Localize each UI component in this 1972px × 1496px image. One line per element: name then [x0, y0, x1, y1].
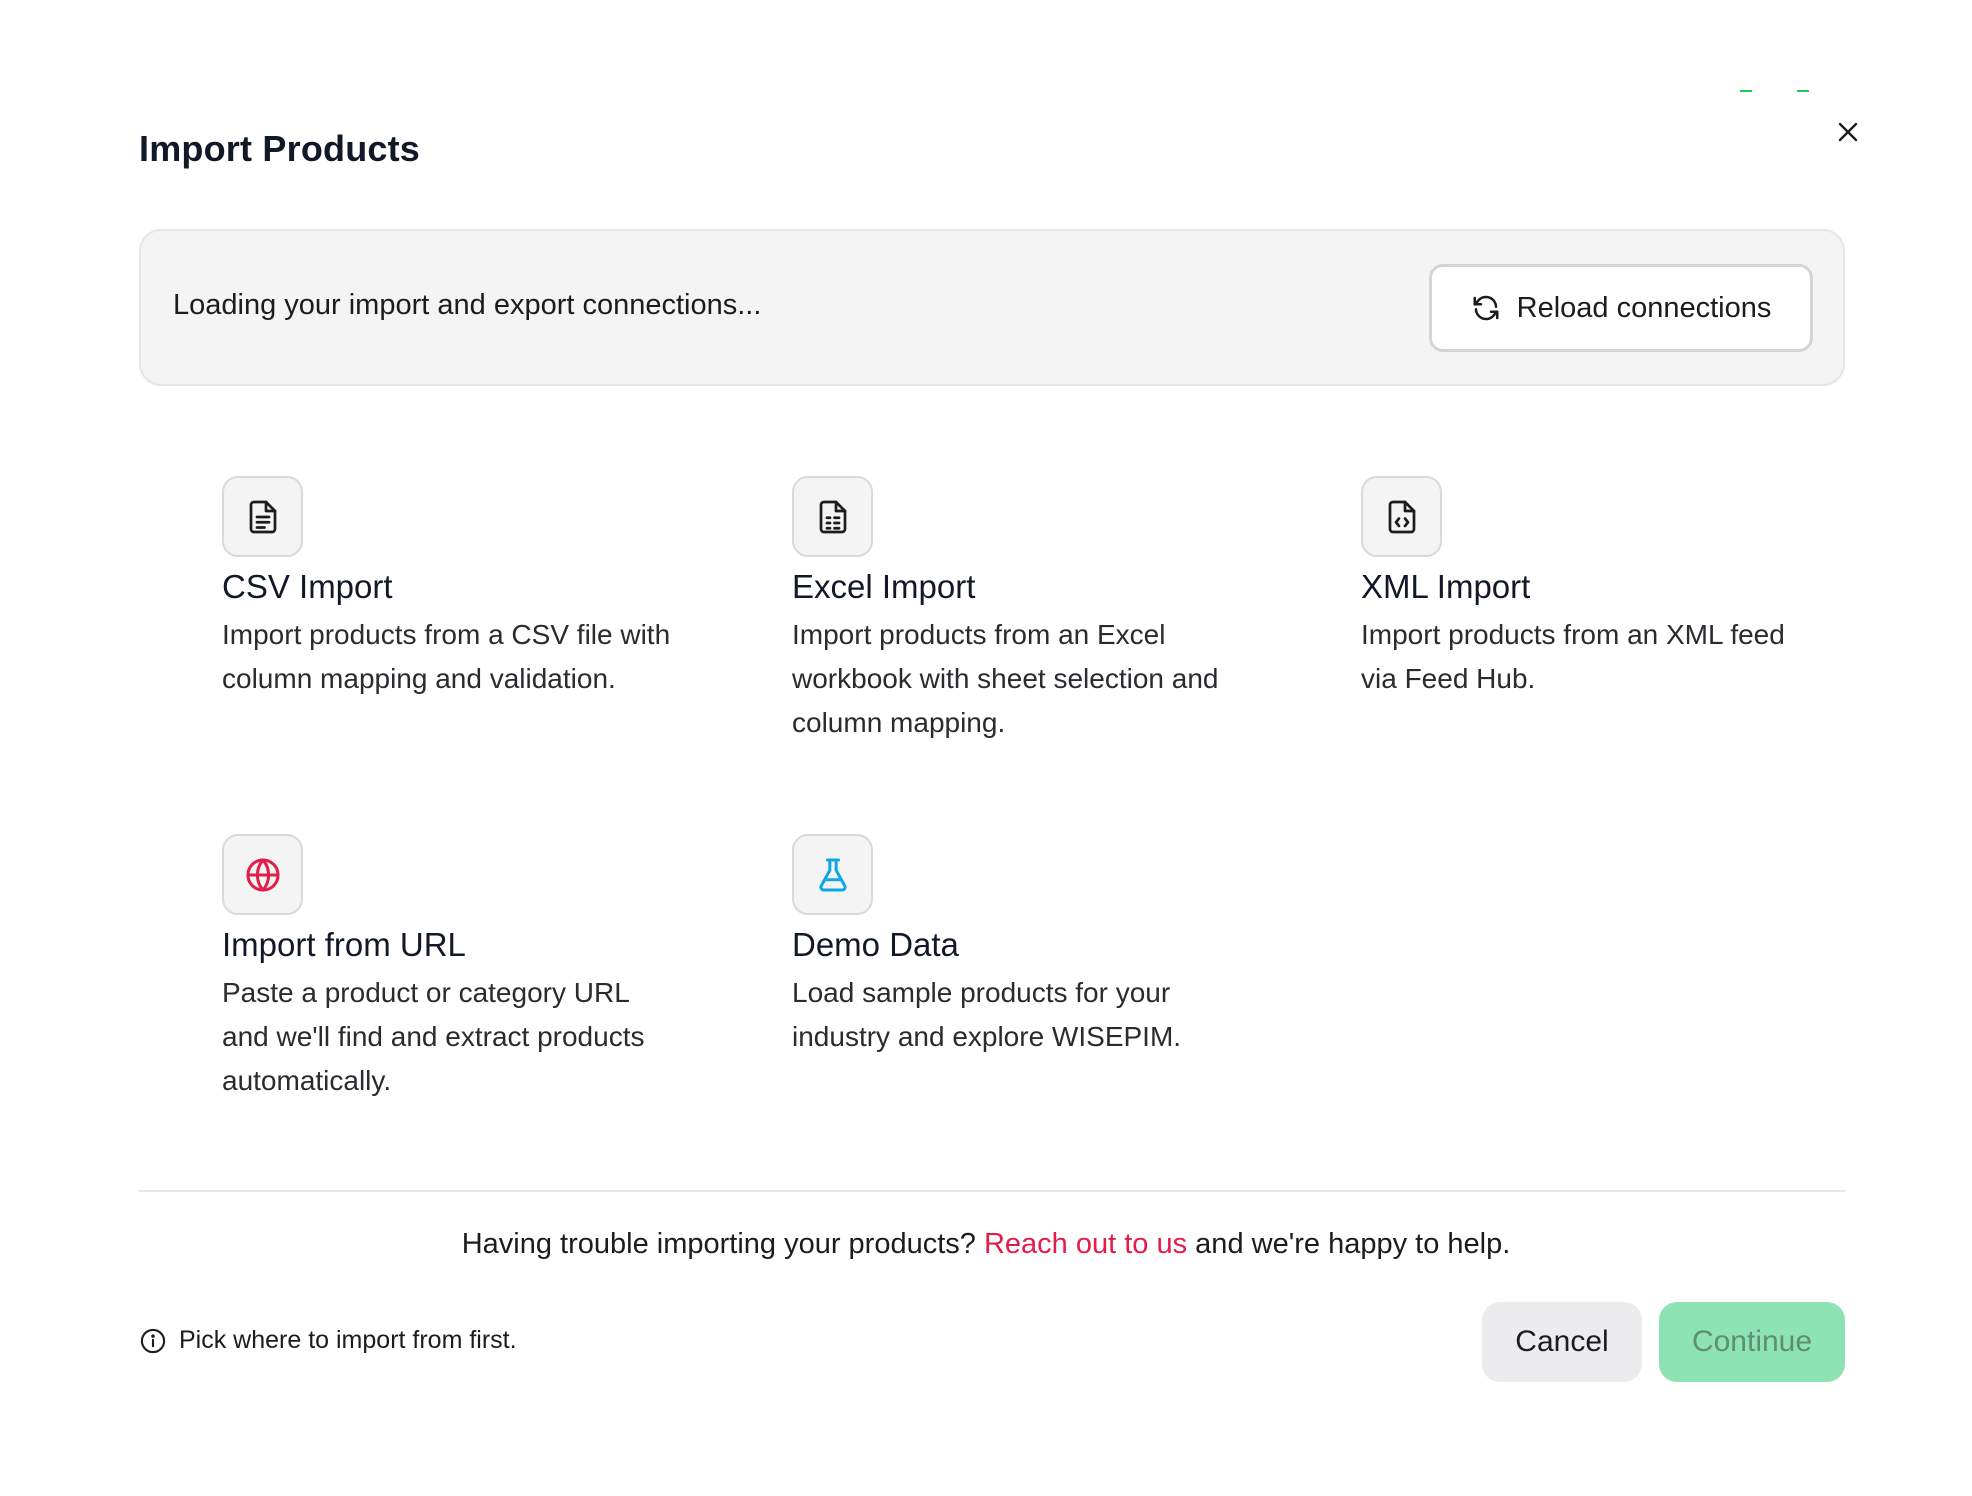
option-description: Load sample products for your industry a… [792, 977, 1182, 1052]
help-prefix: Having trouble importing your products? [461, 1228, 984, 1260]
help-message: Having trouble importing your products? … [0, 1228, 1972, 1261]
excel-icon-tile [792, 476, 873, 557]
refresh-icon [1473, 295, 1499, 321]
option-xml-import[interactable]: XML Import Import products from an XML f… [1361, 476, 1801, 701]
reload-connections-button[interactable]: Reload connections [1429, 264, 1813, 352]
info-icon [140, 1328, 166, 1353]
decorative-dash [1740, 90, 1752, 92]
option-description: Import products from an XML feed via Fee… [1361, 619, 1785, 694]
option-import-from-url[interactable]: Import from URL Paste a product or categ… [222, 834, 662, 1103]
footer-divider [139, 1190, 1845, 1192]
spreadsheet-icon [819, 500, 846, 533]
option-description: Import products from an Excel workbook w… [792, 619, 1219, 738]
file-text-icon [249, 500, 276, 533]
option-title: Import from URL [222, 926, 466, 963]
reload-connections-label: Reload connections [1516, 291, 1772, 324]
connections-status-panel: Loading your import and export connectio… [139, 229, 1845, 386]
close-button[interactable] [1832, 116, 1864, 148]
option-csv-import[interactable]: CSV Import Import products from a CSV fi… [222, 476, 682, 701]
continue-button[interactable]: Continue [1659, 1302, 1845, 1382]
selection-hint: Pick where to import from first. [139, 1326, 517, 1355]
option-description: Paste a product or category URL and we'l… [222, 977, 645, 1096]
option-title: XML Import [1361, 568, 1531, 605]
cancel-button[interactable]: Cancel [1482, 1302, 1642, 1382]
option-title: Demo Data [792, 926, 959, 963]
file-code-icon [1388, 500, 1415, 533]
reach-out-link[interactable]: Reach out to us [984, 1228, 1187, 1260]
option-title: CSV Import [222, 568, 393, 605]
dialog-title: Import Products [139, 128, 421, 169]
demo-icon-tile [792, 834, 873, 915]
csv-icon-tile [222, 476, 303, 557]
option-excel-import[interactable]: Excel Import Import products from an Exc… [792, 476, 1222, 745]
connections-loading-text: Loading your import and export connectio… [173, 289, 762, 321]
import-products-dialog: Import Products Loading your import and … [0, 0, 1972, 1496]
help-suffix: and we're happy to help. [1187, 1228, 1511, 1260]
option-title: Excel Import [792, 568, 976, 605]
option-demo-data[interactable]: Demo Data Load sample products for your … [792, 834, 1232, 1059]
globe-icon [245, 857, 280, 892]
flask-icon [818, 857, 847, 892]
url-icon-tile [222, 834, 303, 915]
xml-icon-tile [1361, 476, 1442, 557]
option-description: Import products from a CSV file with col… [222, 619, 671, 694]
selection-hint-text: Pick where to import from first. [179, 1326, 517, 1354]
close-icon [1838, 122, 1858, 142]
decorative-dash [1797, 90, 1809, 92]
